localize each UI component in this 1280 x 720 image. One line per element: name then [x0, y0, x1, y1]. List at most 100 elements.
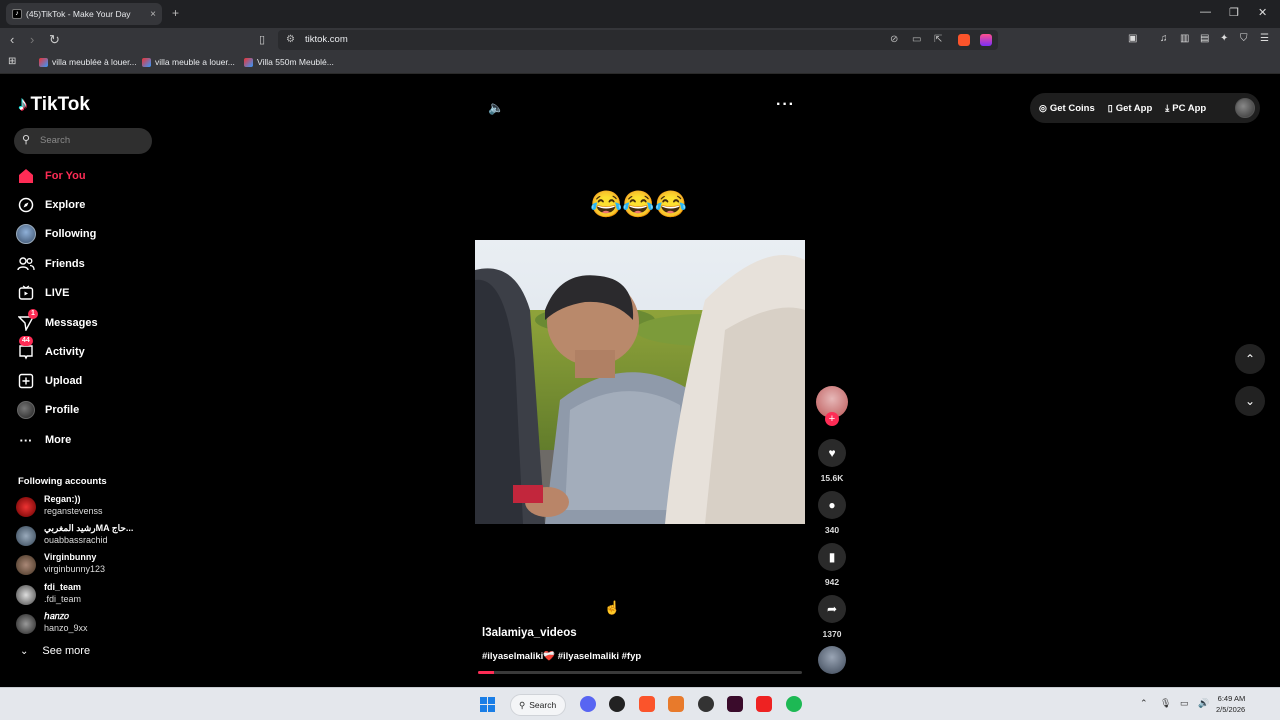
nav-activity[interactable]: 44 Activity — [16, 336, 156, 363]
chevron-down-icon: ⌄ — [20, 645, 29, 657]
bookmarks-bar: ⊞ villa meublée à louer... villa meuble … — [0, 52, 1280, 74]
tab-title: (45)TikTok - Make Your Day — [26, 9, 131, 19]
brave-shield-icon[interactable] — [958, 34, 970, 46]
app-m-icon[interactable] — [727, 696, 743, 712]
window-close-icon[interactable]: ✕ — [1258, 6, 1267, 19]
following-account-item[interactable]: Regan:)) reganstevenss — [16, 494, 166, 520]
nav-more[interactable]: ··· More — [16, 429, 156, 451]
activity-badge: 44 — [19, 336, 33, 346]
browser-tab-bar: ♪ (45)TikTok - Make Your Day × + — ❐ ✕ — [0, 0, 1280, 28]
url-text[interactable]: tiktok.com — [305, 34, 348, 45]
video-caption-emojis: 😂😂😂 — [590, 189, 688, 219]
share-icon[interactable]: ⇱ — [934, 34, 942, 45]
mouse-cursor-icon: ☝ — [604, 600, 621, 615]
more-options-icon[interactable]: ··· — [776, 96, 795, 114]
minimize-icon[interactable]: — — [1200, 6, 1211, 18]
get-app-button[interactable]: ▯ Get App — [1108, 103, 1153, 114]
menu-icon[interactable]: ☰ — [1260, 33, 1269, 44]
save-count: 942 — [824, 577, 840, 587]
tab-close-icon[interactable]: × — [150, 9, 156, 20]
following-account-item[interactable]: fdi_team .fdi_team — [16, 582, 166, 608]
app-g-icon[interactable] — [609, 696, 625, 712]
brave-browser-icon[interactable] — [639, 696, 655, 712]
tiktok-logo[interactable]: ♪ TikTok — [18, 94, 90, 116]
bookmark-page-icon[interactable]: ▯ — [259, 32, 265, 48]
video-progress-bar[interactable] — [478, 671, 802, 674]
address-bar[interactable]: ⚙ tiktok.com ⊘ ▭ ⇱ — [278, 30, 998, 50]
bookmark-icon: ▮ — [828, 550, 836, 564]
windows-start-icon[interactable] — [480, 697, 495, 712]
apps-grid-icon[interactable]: ⊞ — [8, 56, 16, 67]
volume-icon[interactable]: 🔈 — [488, 100, 504, 116]
no-tracking-icon[interactable]: ⊘ — [890, 34, 898, 45]
browser-tab-tiktok[interactable]: ♪ (45)TikTok - Make Your Day × — [6, 3, 162, 25]
avatar — [16, 497, 36, 517]
bookmark-item[interactable]: Villa 550m Meublé... — [244, 57, 334, 67]
share-count: 1370 — [822, 629, 842, 639]
microphone-icon[interactable]: 🎙 — [1160, 698, 1171, 709]
friends-icon — [16, 254, 36, 274]
nav-explore[interactable]: Explore — [16, 194, 156, 216]
cast-icon[interactable]: ▭ — [912, 34, 921, 45]
following-account-item[interactable]: رشيد المغربيMA حاج... ouabbassrachid — [16, 523, 166, 549]
nav-for-you[interactable]: For You — [16, 165, 156, 187]
app-dark-icon[interactable] — [698, 696, 714, 712]
forward-icon[interactable]: › — [30, 32, 34, 48]
messages-badge: 1 — [28, 309, 38, 319]
reload-icon[interactable]: ↻ — [49, 32, 60, 48]
follow-plus-icon[interactable]: + — [825, 412, 839, 426]
nav-messages[interactable]: 1 Messages — [16, 309, 156, 334]
like-button[interactable]: ♥ — [818, 439, 846, 467]
system-clock[interactable]: 6:49 AM 2/5/2026 — [1216, 693, 1245, 715]
site-info-icon[interactable]: ⚙ — [286, 34, 295, 45]
video-hashtags[interactable]: #ilyaselmaliki❤️‍🩹 #ilyaselmaliki #fyp — [482, 651, 641, 662]
leo-ai-icon[interactable]: ✦ — [1220, 33, 1228, 44]
back-icon[interactable]: ‹ — [10, 32, 14, 48]
save-button[interactable]: ▮ — [818, 543, 846, 571]
pc-app-button[interactable]: ⤓ PC App — [1165, 103, 1206, 114]
bookmark-item[interactable]: villa meuble a louer... — [142, 57, 235, 67]
bookmark-item[interactable]: villa meublée à louer... — [39, 57, 137, 67]
progress-fill — [478, 671, 495, 674]
video-author[interactable]: l3alamiya_videos — [482, 627, 577, 639]
reading-list-icon[interactable]: ▥ — [1180, 33, 1189, 44]
nav-following[interactable]: Following — [16, 223, 156, 245]
sidebar-toggle-icon[interactable]: ▣ — [1128, 33, 1137, 44]
nav-live[interactable]: LIVE — [16, 282, 156, 304]
avatar — [16, 585, 36, 605]
network-icon[interactable]: ▭ — [1180, 698, 1189, 709]
previous-video-button[interactable]: ⌃ — [1235, 344, 1265, 374]
taskbar-search[interactable]: ⚲ Search — [510, 694, 566, 716]
music-disc-icon[interactable] — [818, 646, 846, 674]
following-account-item[interactable]: Virginbunny virginbunny123 — [16, 552, 166, 578]
wallet-icon[interactable]: ▤ — [1200, 33, 1209, 44]
media-icon[interactable]: ♫ — [1160, 33, 1168, 44]
next-video-button[interactable]: ⌄ — [1235, 386, 1265, 416]
spotify-icon[interactable] — [786, 696, 802, 712]
user-avatar[interactable] — [1235, 98, 1255, 118]
search-input[interactable]: ⚲ Search — [14, 128, 152, 154]
get-coins-button[interactable]: ◎ Get Coins — [1039, 103, 1095, 114]
vpn-icon[interactable]: ⛉ — [1240, 33, 1248, 44]
app-b-icon[interactable] — [756, 696, 772, 712]
tray-expand-icon[interactable]: ⌃ — [1140, 698, 1148, 709]
coin-icon: ◎ — [1039, 102, 1047, 113]
see-more-button[interactable]: ⌄ See more — [20, 645, 90, 657]
restore-icon[interactable]: ❐ — [1229, 6, 1239, 19]
brave-rewards-icon[interactable] — [980, 34, 992, 46]
nav-friends[interactable]: Friends — [16, 253, 156, 275]
comment-button[interactable]: ● — [818, 491, 846, 519]
nav-upload[interactable]: Upload — [16, 370, 156, 392]
paper-plane-icon: 1 — [16, 309, 38, 333]
video-player[interactable] — [475, 240, 805, 524]
following-account-item[interactable]: ℎ𝑎𝑛𝑧𝑜 hanzo_9xx — [16, 611, 166, 637]
speaker-icon[interactable]: 🔊 — [1198, 698, 1209, 709]
phone-icon: ▯ — [1107, 102, 1113, 113]
comment-count: 340 — [824, 525, 840, 535]
chevron-up-icon: ⌃ — [1244, 352, 1256, 366]
new-tab-button[interactable]: + — [172, 6, 179, 20]
app-a-icon[interactable] — [668, 696, 684, 712]
discord-icon[interactable] — [580, 696, 596, 712]
share-button[interactable]: ➦ — [818, 595, 846, 623]
nav-profile[interactable]: Profile — [16, 399, 156, 421]
